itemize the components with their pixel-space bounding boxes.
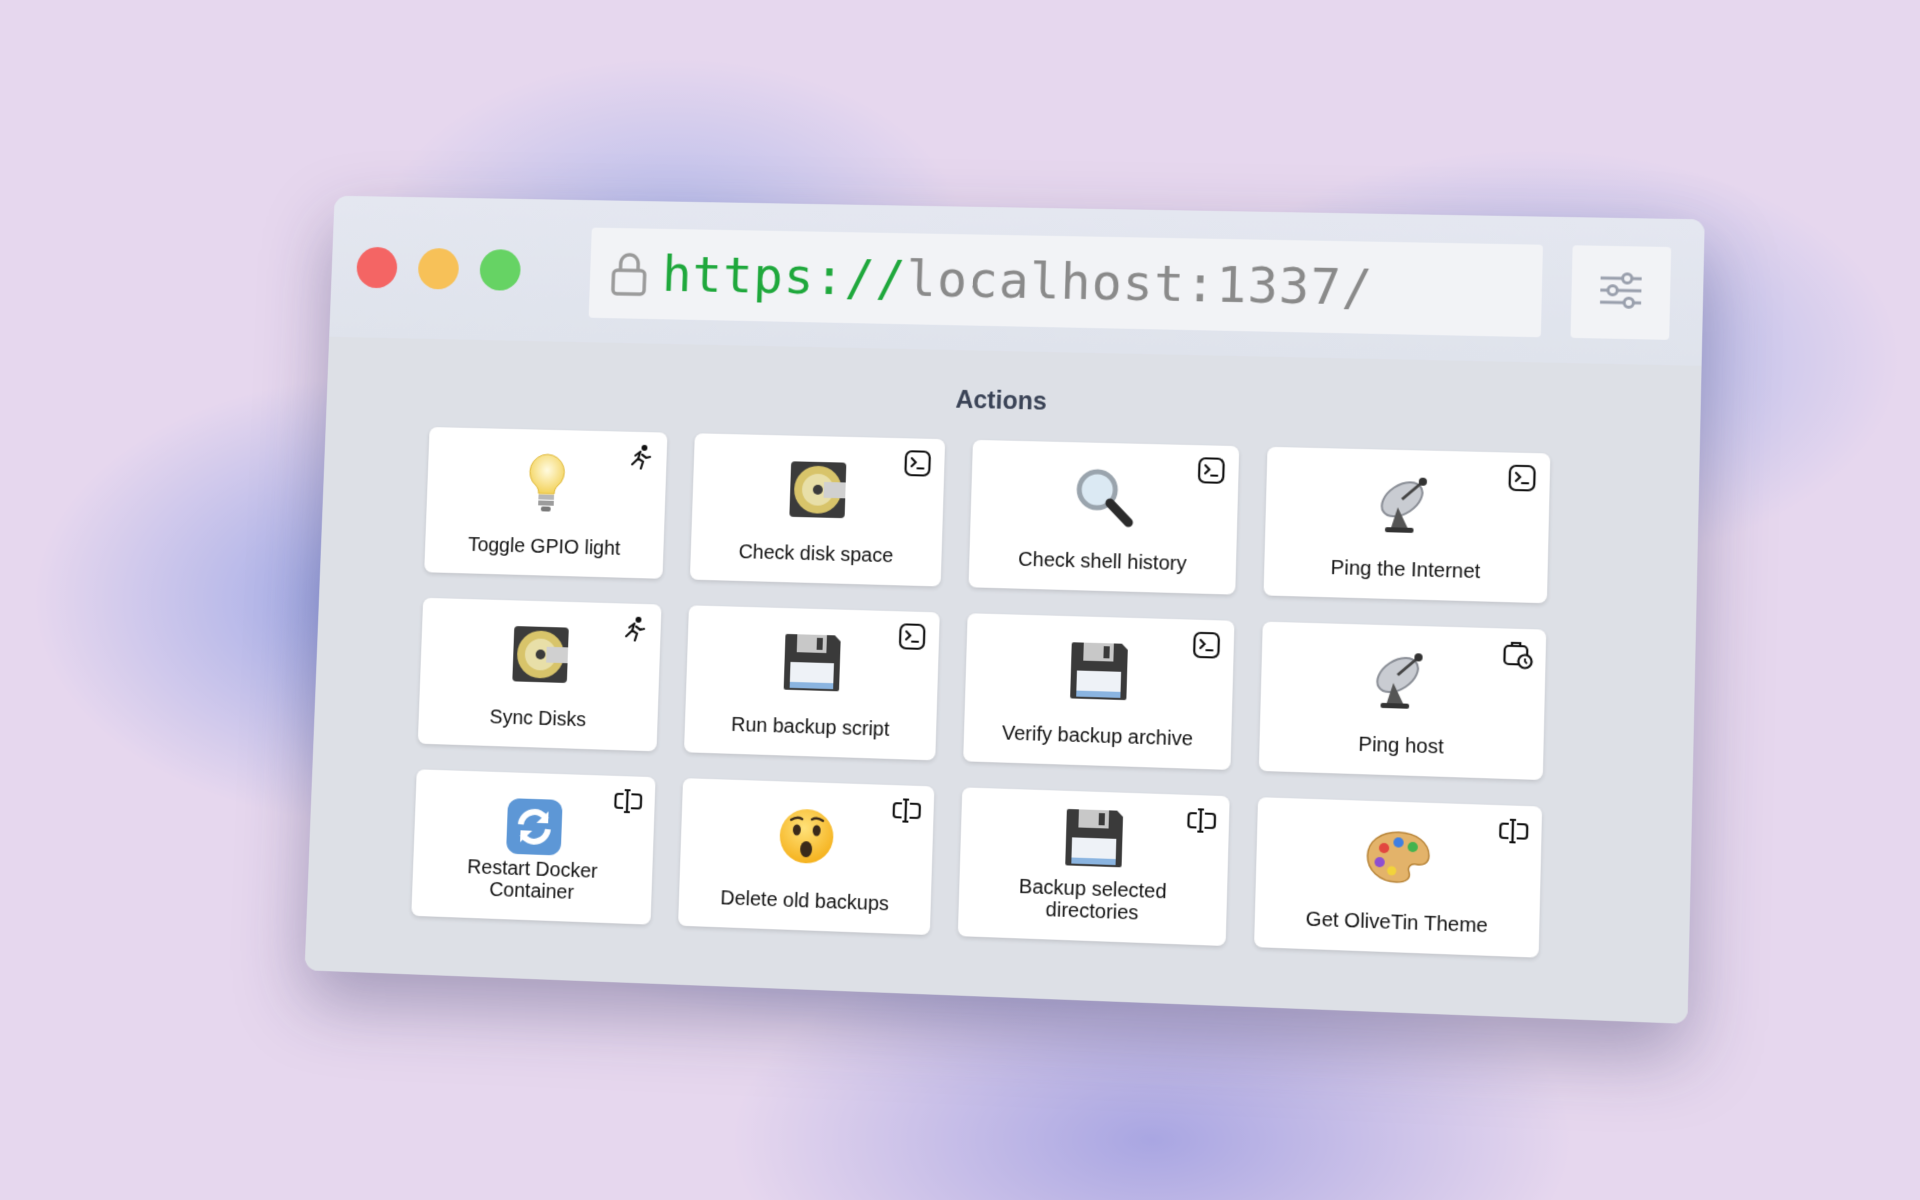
input-arguments-icon: [1498, 815, 1530, 847]
action-run-backup-script[interactable]: Run backup script: [683, 605, 940, 761]
actions-grid: Toggle GPIO light Check disk space Check…: [411, 427, 1551, 958]
terminal-icon: [1506, 463, 1537, 494]
action-label: Ping host: [1358, 733, 1444, 759]
page-content: Actions Toggle GPIO light Check disk spa…: [304, 336, 1702, 1024]
action-toggle-gpio-light[interactable]: Toggle GPIO light: [424, 427, 668, 579]
address-bar[interactable]: https://localhost:1337/: [588, 227, 1543, 338]
disc-icon: [508, 622, 573, 687]
terminal-icon: [1196, 455, 1227, 486]
action-label: Toggle GPIO light: [467, 534, 621, 560]
floppy-disk-icon: [780, 630, 845, 696]
action-check-shell-history[interactable]: Check shell history: [968, 439, 1240, 595]
action-label: Backup selected directories: [1018, 875, 1167, 925]
sliders-icon: [1598, 271, 1644, 313]
action-label: Get OliveTin Theme: [1305, 908, 1489, 938]
running-icon: [619, 613, 649, 644]
action-restart-docker-container[interactable]: Restart Docker Container: [411, 769, 656, 925]
action-check-disk-space[interactable]: Check disk space: [689, 433, 946, 587]
running-icon: [625, 442, 655, 472]
action-delete-old-backups[interactable]: Delete old backups: [678, 778, 935, 936]
lock-icon: [609, 250, 650, 296]
close-window-button[interactable]: [356, 246, 398, 289]
action-label: Delete old backups: [719, 887, 890, 916]
action-label: Run backup script: [730, 713, 890, 741]
floppy-disk-icon: [1061, 805, 1127, 872]
action-verify-backup-archive[interactable]: Verify backup archive: [963, 613, 1235, 770]
action-label: Verify backup archive: [1001, 722, 1194, 751]
url-scheme: https://: [661, 245, 908, 308]
action-label: Sync Disks: [489, 706, 587, 732]
url-text: https://localhost:1337/: [661, 246, 1374, 317]
input-arguments-icon: [613, 786, 643, 817]
floppy-disk-icon: [1066, 638, 1132, 704]
timer-briefcase-icon: [1502, 639, 1534, 670]
action-sync-disks[interactable]: Sync Disks: [417, 597, 662, 752]
minimize-window-button[interactable]: [417, 247, 460, 290]
url-host: localhost:1337/: [905, 250, 1375, 317]
section-title: Actions: [955, 385, 1048, 416]
settings-button[interactable]: [1570, 245, 1672, 340]
satellite-dish-icon: [1374, 471, 1441, 537]
action-label: Check disk space: [738, 541, 894, 568]
input-arguments-icon: [891, 795, 922, 826]
disc-icon: [785, 457, 850, 522]
astonished-face-icon: [774, 803, 839, 869]
terminal-icon: [897, 621, 928, 652]
terminal-icon: [902, 448, 933, 479]
refresh-arrows-icon: [502, 794, 567, 860]
palette-icon: [1365, 823, 1432, 890]
magnifier-icon: [1071, 464, 1137, 530]
browser-window: https://localhost:1337/ Actions Toggle G…: [304, 195, 1705, 1024]
action-get-olivetin-theme[interactable]: Get OliveTin Theme: [1254, 797, 1543, 958]
action-label: Restart Docker Container: [466, 856, 598, 904]
action-label: Ping the Internet: [1330, 556, 1481, 584]
action-ping-host[interactable]: Ping host: [1258, 621, 1547, 781]
terminal-icon: [1191, 630, 1222, 661]
action-label: Check shell history: [1017, 548, 1187, 576]
satellite-dish-icon: [1369, 647, 1436, 714]
lightbulb-icon: [514, 451, 578, 516]
action-ping-the-internet[interactable]: Ping the Internet: [1263, 446, 1551, 604]
input-arguments-icon: [1186, 805, 1217, 836]
action-backup-selected-directories[interactable]: Backup selected directories: [957, 787, 1230, 947]
maximize-window-button[interactable]: [479, 249, 522, 291]
